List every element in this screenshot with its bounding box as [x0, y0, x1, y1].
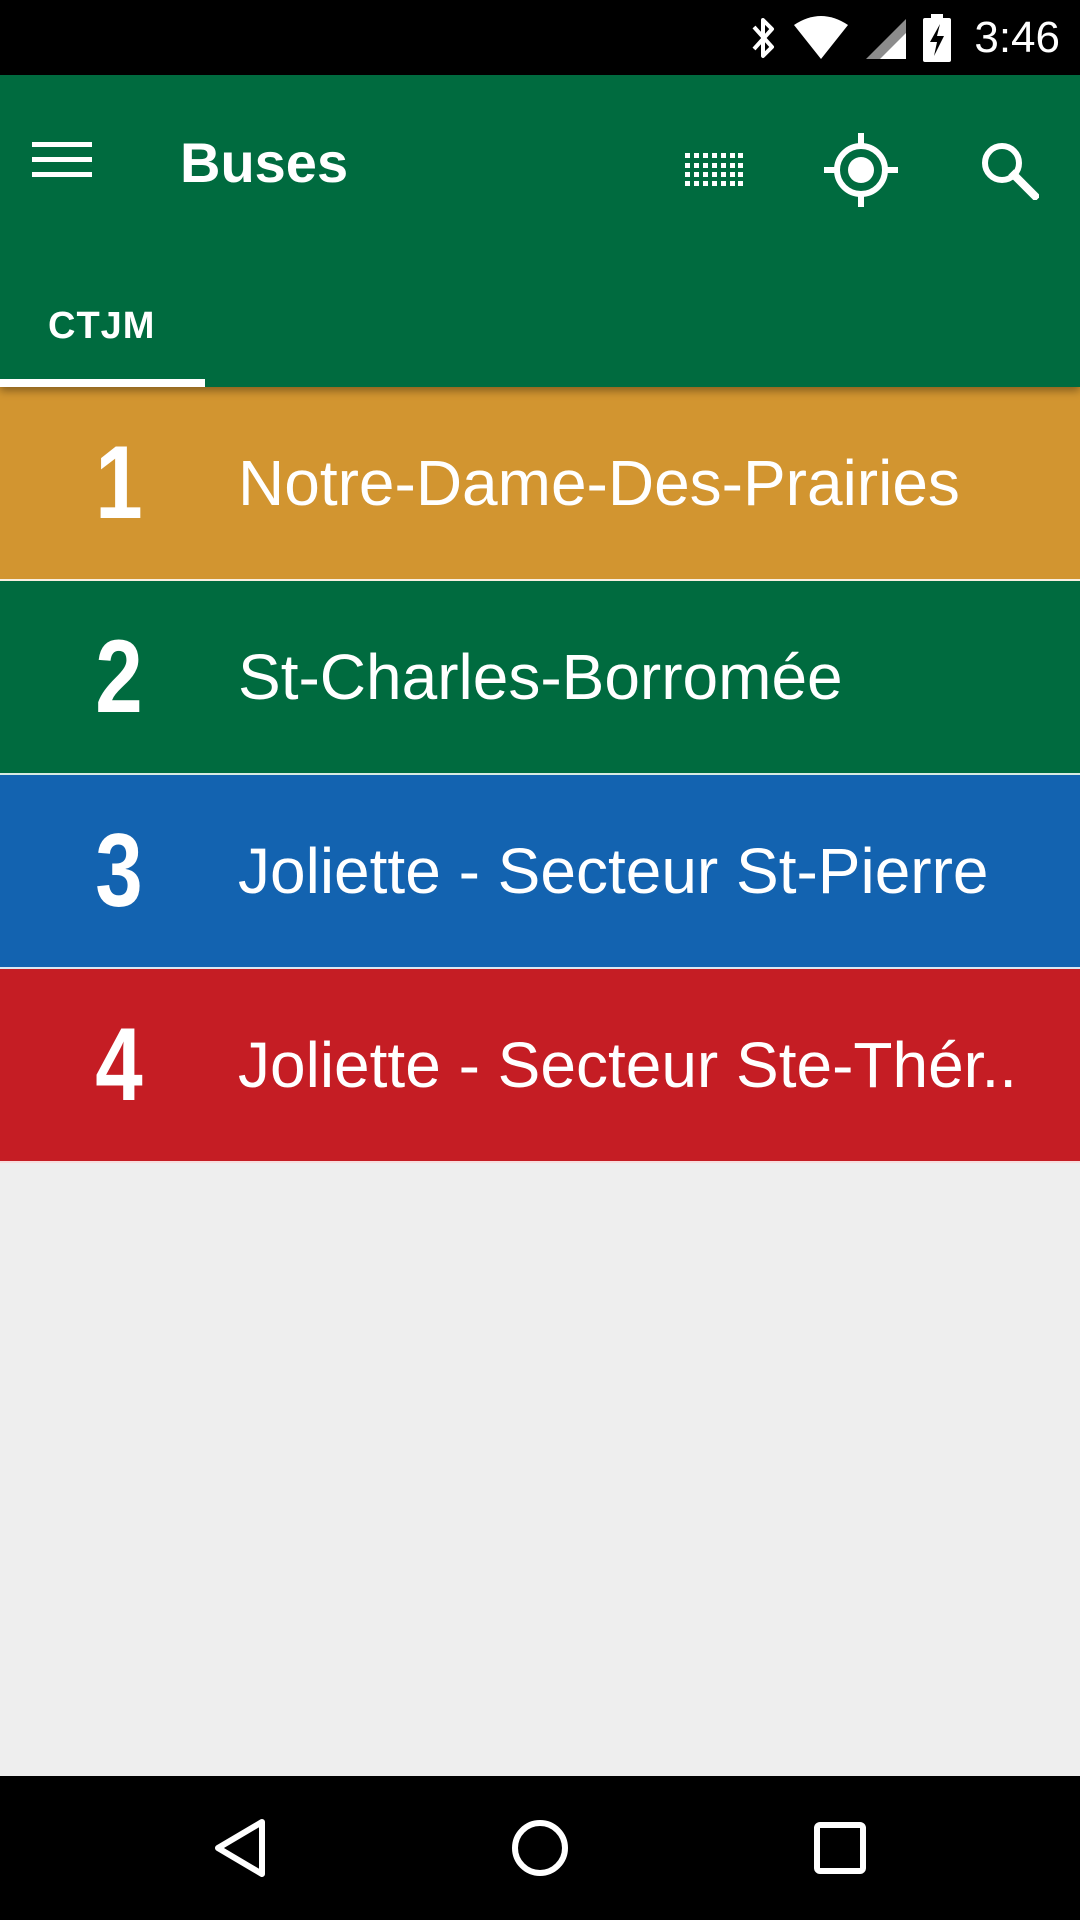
- recents-icon: [814, 1822, 866, 1874]
- route-number: 4: [95, 1006, 143, 1123]
- search-button[interactable]: [954, 115, 1064, 225]
- route-number: 1: [95, 424, 143, 541]
- tab-label: CTJM: [48, 305, 156, 347]
- back-icon: [215, 1819, 265, 1877]
- status-bar: 3:46: [0, 0, 1080, 75]
- status-icons: 3:46: [748, 0, 1060, 75]
- route-name: Joliette - Secteur St-Pierre: [238, 835, 989, 907]
- route-grid-icon: [685, 153, 743, 186]
- route-list: 1 Notre-Dame-Des-Prairies 2 St-Charles-B…: [0, 387, 1080, 1163]
- my-location-button[interactable]: [806, 115, 916, 225]
- battery-charging-icon: [923, 13, 952, 62]
- recents-button[interactable]: [780, 1798, 900, 1898]
- search-icon: [982, 143, 1039, 200]
- route-number: 2: [95, 618, 143, 735]
- wifi-icon: [794, 15, 849, 59]
- menu-icon: [32, 142, 92, 177]
- home-icon: [512, 1820, 568, 1876]
- route-name: St-Charles-Borromée: [238, 641, 843, 713]
- cell-signal-icon: [866, 18, 907, 59]
- menu-button[interactable]: [30, 120, 140, 200]
- back-button[interactable]: [180, 1798, 300, 1898]
- bluetooth-icon: [752, 17, 775, 58]
- route-row[interactable]: 2 St-Charles-Borromée: [0, 581, 1080, 775]
- route-row[interactable]: 1 Notre-Dame-Des-Prairies: [0, 387, 1080, 581]
- route-grid-button[interactable]: [659, 115, 769, 225]
- route-row[interactable]: 3 Joliette - Secteur St-Pierre: [0, 775, 1080, 969]
- route-number: 3: [95, 812, 143, 929]
- tab-ctjm[interactable]: CTJM: [0, 305, 205, 387]
- home-button[interactable]: [480, 1798, 600, 1898]
- app-bar: Buses CTJM: [0, 75, 1080, 387]
- page-title: Buses: [180, 131, 349, 194]
- tab-selected-indicator: [0, 379, 205, 387]
- toolbar: Buses: [0, 75, 1080, 245]
- status-clock: 3:46: [974, 12, 1060, 62]
- system-nav-bar: [0, 1776, 1080, 1920]
- route-row[interactable]: 4 Joliette - Secteur Ste-Thér..: [0, 969, 1080, 1163]
- route-name: Notre-Dame-Des-Prairies: [238, 447, 960, 519]
- my-location-icon: [824, 133, 898, 207]
- tab-strip: CTJM: [0, 305, 1080, 387]
- route-name: Joliette - Secteur Ste-Thér..: [238, 1029, 1017, 1101]
